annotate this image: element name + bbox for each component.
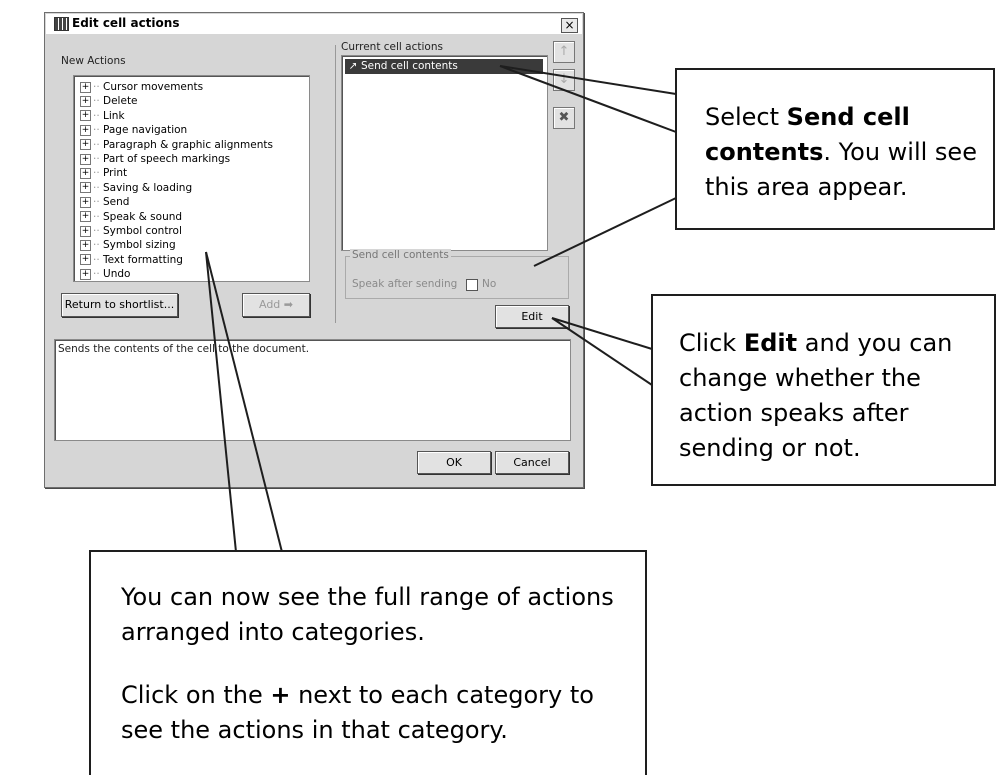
callout-select-text: Select Send cell contents. You will see … <box>705 100 995 205</box>
pointer-line <box>499 65 677 95</box>
callout-text-part: Select <box>705 103 787 131</box>
callout-bold-text: Edit <box>743 329 798 357</box>
callout-text-part: Click on the <box>121 681 271 709</box>
callout-text-part: Click <box>679 329 744 357</box>
callout-categories-line2: Click on the + next to each category to … <box>121 678 641 748</box>
pointer-line <box>551 317 653 386</box>
pointer-line <box>551 317 653 350</box>
callout-select: Select Send cell contents. You will see … <box>675 68 995 230</box>
callout-edit-text: Click Edit and you can change whether th… <box>679 326 989 466</box>
callout-categories-line1: You can now see the full range of action… <box>121 583 614 646</box>
pointer-line <box>205 251 237 553</box>
pointer-line <box>205 251 283 553</box>
callout-edit: Click Edit and you can change whether th… <box>651 294 996 486</box>
pointer-line <box>533 197 677 267</box>
pointer-line <box>499 65 677 133</box>
callout-categories: You can now see the full range of action… <box>89 550 647 775</box>
callout-bold-text: + <box>270 681 291 709</box>
